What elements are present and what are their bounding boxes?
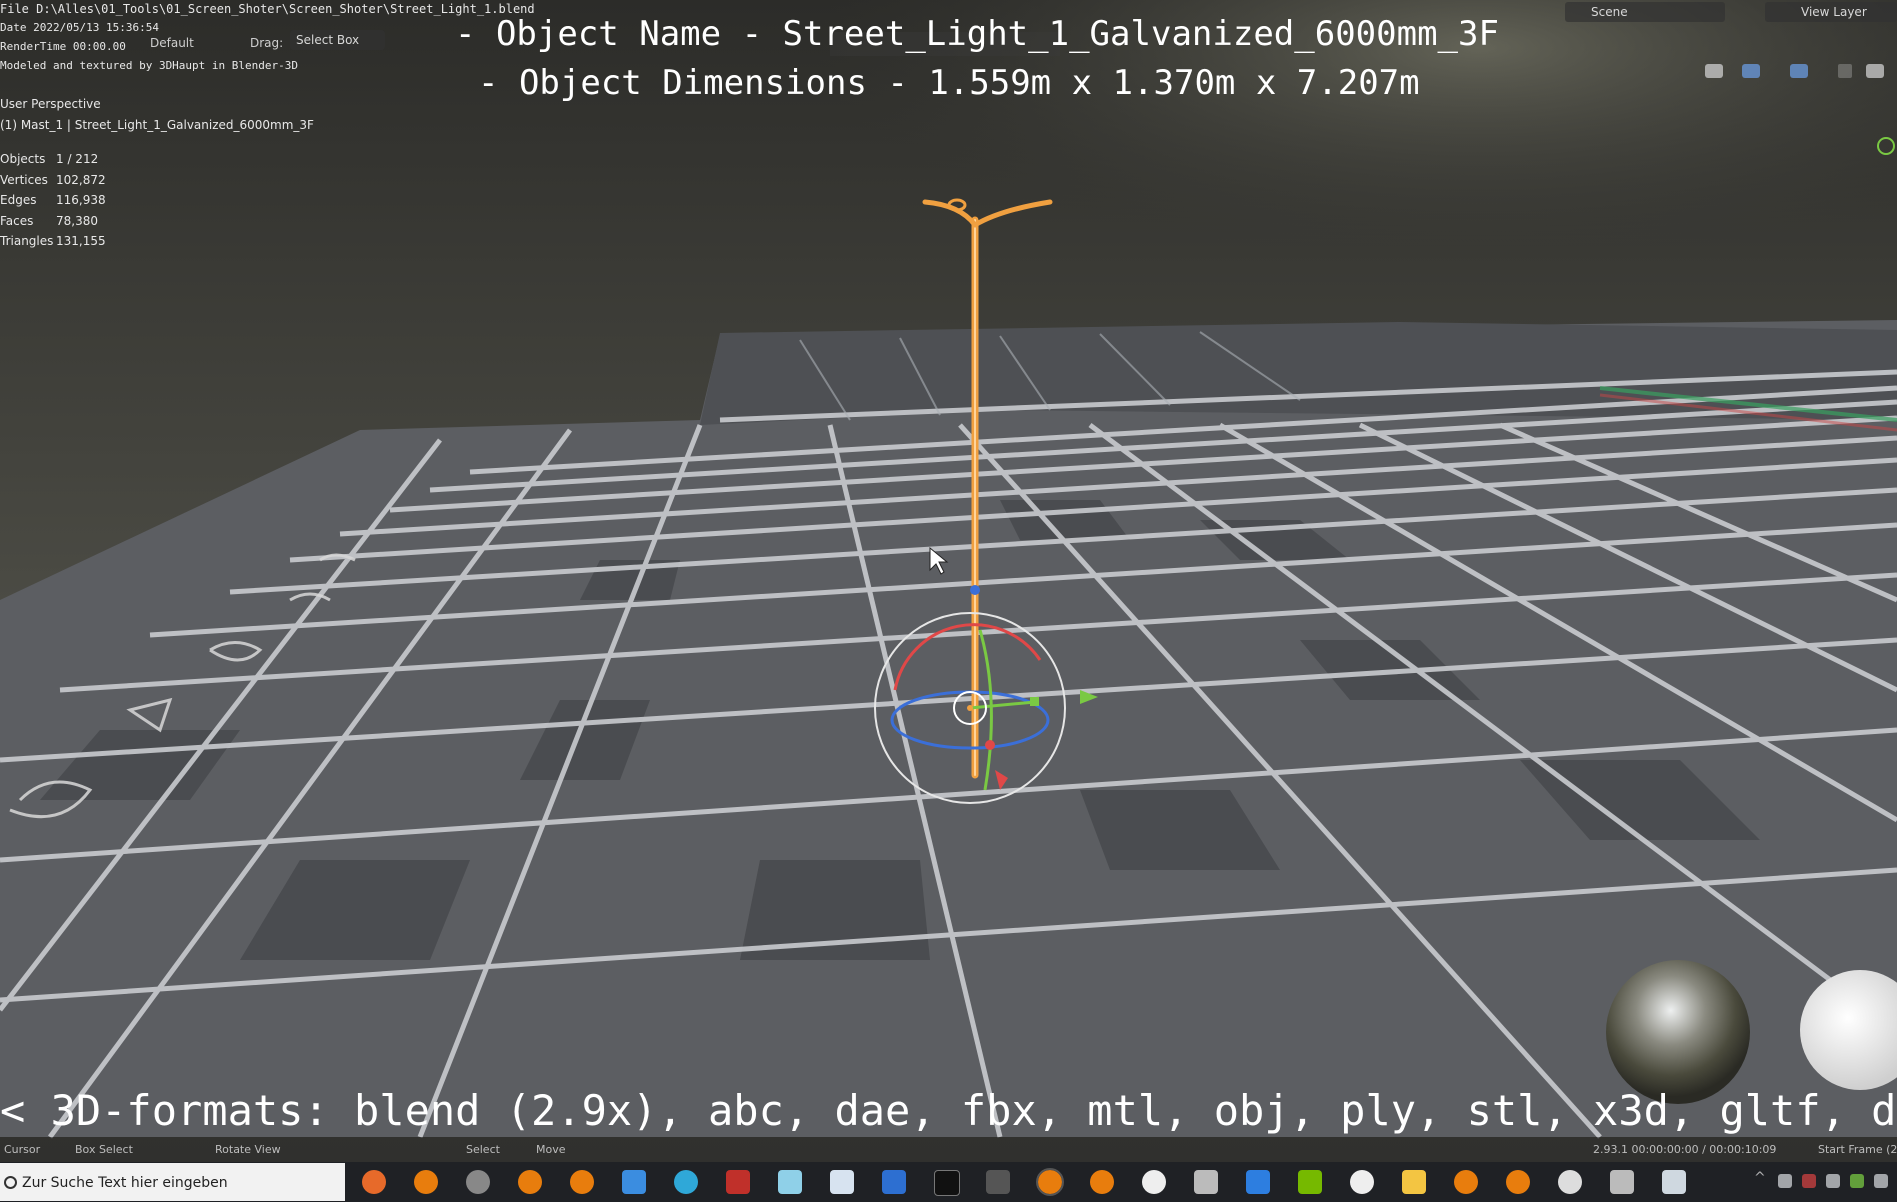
search-icon [4,1176,17,1189]
calendar-icon[interactable] [1246,1170,1270,1194]
drag-label: Drag: [250,36,284,50]
nvidia-icon[interactable] [1298,1170,1322,1194]
mail-icon[interactable] [622,1170,646,1194]
stat-value: 116,938 [56,193,106,207]
tray-app-icon[interactable] [1802,1174,1816,1188]
active-object-label: (1) Mast_1 | Street_Light_1_Galvanized_6… [0,118,314,132]
status-box-select: Box Select [75,1143,133,1156]
object-name-caption: - Object Name - Street_Light_1_Galvanize… [455,14,1499,54]
app-icon[interactable] [1662,1170,1686,1194]
app-icon[interactable] [1610,1170,1634,1194]
blender-icon[interactable] [1506,1170,1530,1194]
stat-value: 102,872 [56,173,106,187]
blender-icon[interactable] [1036,1168,1064,1196]
object-dimensions-caption: - Object Dimensions - 1.559m x 1.370m x … [478,63,1420,103]
windows-taskbar: Zur Suche Text hier eingeben ^ [0,1162,1897,1202]
edge-icon[interactable] [674,1170,698,1194]
tray-app-icon[interactable] [1850,1174,1864,1188]
settings-icon[interactable] [1558,1170,1582,1194]
taskbar-search-placeholder: Zur Suche Text hier eingeben [22,1175,228,1191]
view-layer-selector[interactable]: View Layer [1765,2,1897,22]
media-icon[interactable] [1350,1170,1374,1194]
terminal-icon[interactable] [934,1170,960,1196]
status-cursor: Cursor [4,1143,41,1156]
stat-label: Edges [0,193,37,207]
viewport-perspective-label: User Perspective [0,97,101,111]
network-icon[interactable] [1778,1174,1792,1188]
cube-icon[interactable] [1194,1170,1218,1194]
chrome-icon[interactable] [466,1170,490,1194]
status-rotate-view: Rotate View [215,1143,281,1156]
app-icon[interactable] [882,1170,906,1194]
modeled-by-label: Modeled and textured by 3DHaupt in Blend… [0,59,299,72]
blender-icon[interactable] [1454,1170,1478,1194]
app-icon[interactable] [830,1170,854,1194]
folder-icon[interactable] [1402,1170,1426,1194]
render-time-label: RenderTime 00:00.00 [0,40,126,53]
panda-icon[interactable] [1142,1170,1166,1194]
battery-icon[interactable] [1826,1174,1840,1188]
tray-expand-icon[interactable]: ^ [1754,1170,1768,1186]
formats-caption: < 3D-formats: blend (2.9x), abc, dae, fb… [0,1086,1897,1135]
stat-label: Triangles [0,234,54,248]
app-icon[interactable] [726,1170,750,1194]
status-start-frame: Start Frame (2 [1818,1143,1897,1156]
blender-icon[interactable] [1090,1170,1114,1194]
taskbar-search-box[interactable]: Zur Suche Text hier eingeben [0,1163,345,1201]
stat-value: 131,155 [56,234,106,248]
firefox-icon[interactable] [362,1170,386,1194]
stat-value: 1 / 212 [56,152,99,166]
blender-icon[interactable] [570,1170,594,1194]
scene-selector[interactable]: Scene [1565,2,1725,22]
3d-viewport[interactable] [0,0,1897,1202]
drag-select-dropdown[interactable]: Select Box [290,30,385,50]
stat-label: Faces [0,214,34,228]
volume-icon[interactable] [1874,1174,1888,1188]
stat-label: Objects [0,152,46,166]
hdri-preview-sphere [1606,960,1750,1104]
stat-label: Vertices [0,173,48,187]
app-icon[interactable] [986,1170,1010,1194]
blender-icon[interactable] [414,1170,438,1194]
status-select: Select [466,1143,500,1156]
blender-icon[interactable] [518,1170,542,1194]
status-move: Move [536,1143,566,1156]
orientation-dropdown[interactable]: Default [150,36,194,50]
status-version: 2.93.1 00:00:00:00 / 00:00:10:09 [1593,1143,1777,1156]
blender-status-bar: Cursor Box Select Rotate View Select Mov… [0,1137,1897,1162]
stat-value: 78,380 [56,214,98,228]
notes-icon[interactable] [778,1170,802,1194]
date-label: Date 2022/05/13 15:36:54 [0,21,159,34]
